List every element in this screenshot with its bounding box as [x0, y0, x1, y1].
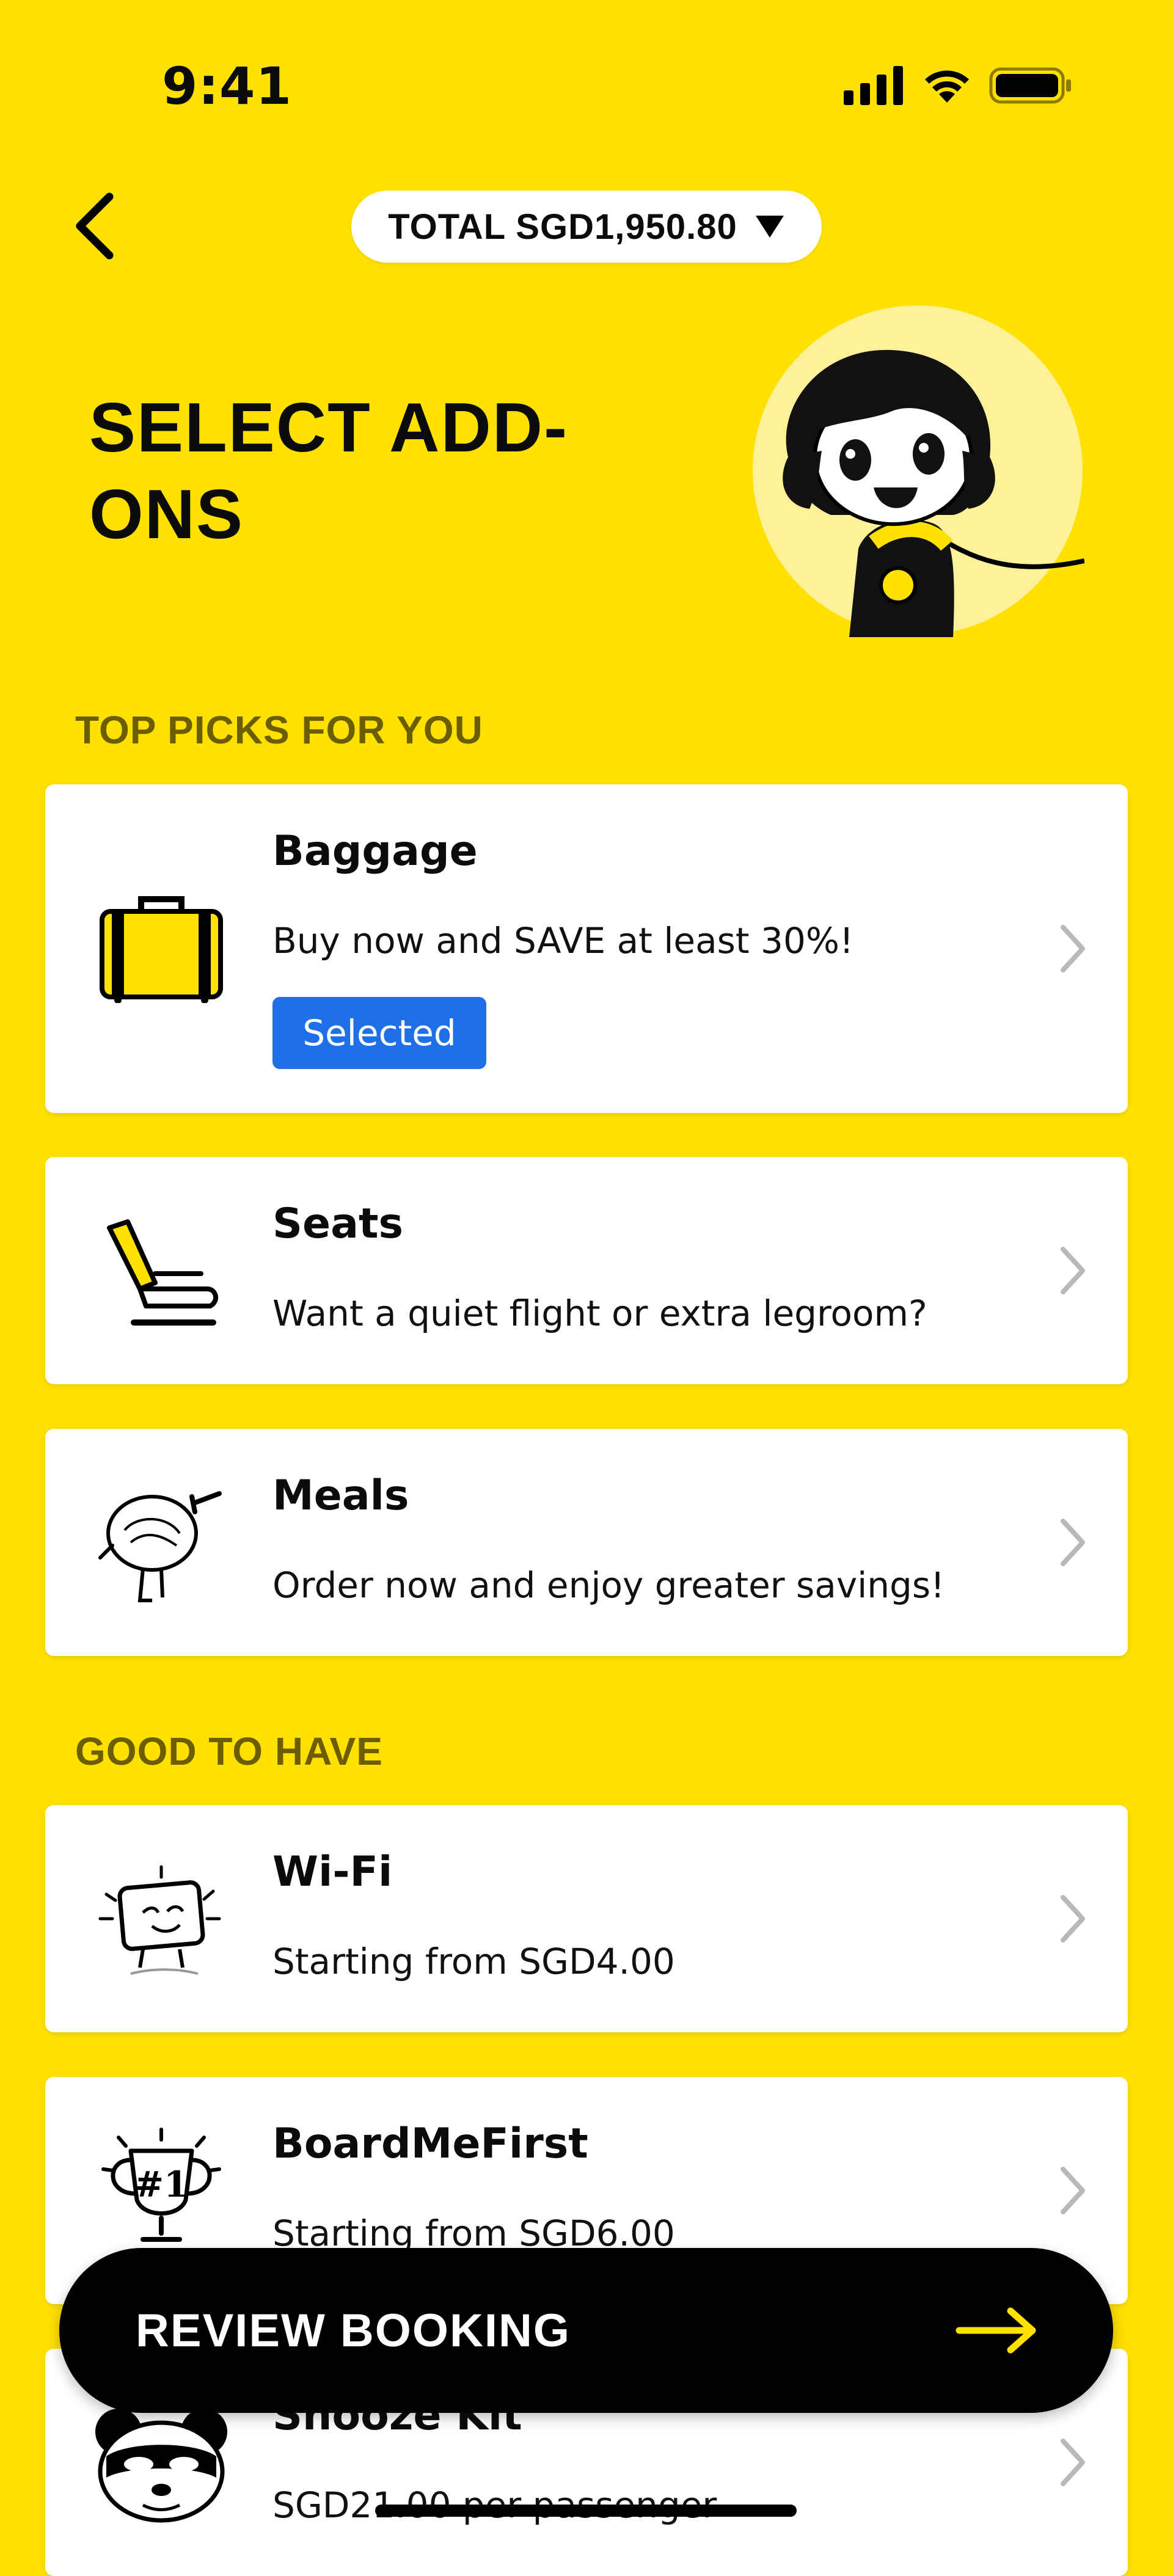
- card-subtitle: Want a quiet flight or extra legroom?: [272, 1293, 927, 1334]
- card-title: Seats: [272, 1200, 403, 1248]
- status-time: 9:41: [162, 56, 292, 116]
- cellular-signal-icon: [844, 66, 903, 105]
- addon-card-seats[interactable]: Seats Want a quiet flight or extra legro…: [45, 1157, 1128, 1384]
- chevron-right-icon: [1061, 1247, 1085, 1294]
- card-title: Wi-Fi: [272, 1848, 393, 1896]
- tablet-icon: [88, 1845, 235, 1992]
- mascot-illustration: [753, 305, 1084, 637]
- suitcase-icon: [88, 875, 235, 1021]
- chevron-left-icon: [76, 192, 114, 260]
- page-title: SELECT ADD-ONS: [89, 389, 569, 553]
- card-title: Meals: [272, 1472, 409, 1520]
- seat-icon: [88, 1197, 235, 1344]
- wifi-icon: [925, 70, 969, 103]
- triangle-down-icon: [755, 216, 784, 238]
- card-subtitle: Order now and enjoy greater savings!: [272, 1564, 945, 1606]
- section-heading-good-to-have: GOOD TO HAVE: [75, 1729, 383, 1773]
- trophy-icon: #1: [88, 2117, 235, 2264]
- review-booking-button[interactable]: REVIEW BOOKING: [59, 2248, 1113, 2413]
- trophy-rank-text: #1: [134, 2164, 189, 2205]
- battery-icon: [989, 67, 1071, 104]
- chevron-right-icon: [1061, 2439, 1085, 2486]
- total-price-pill[interactable]: TOTAL SGD1,950.80: [351, 191, 822, 263]
- card-title: BoardMeFirst: [272, 2120, 588, 2168]
- chevron-right-icon: [1061, 1519, 1085, 1566]
- card-subtitle: Buy now and SAVE at least 30%!: [272, 920, 854, 961]
- addon-card-baggage[interactable]: Baggage Buy now and SAVE at least 30%! S…: [45, 784, 1128, 1113]
- home-indicator: [375, 2505, 797, 2517]
- section-heading-top-picks: TOP PICKS FOR YOU: [75, 708, 483, 752]
- card-title: Baggage: [272, 827, 478, 875]
- total-price-label: TOTAL SGD1,950.80: [388, 206, 737, 247]
- addon-card-wifi[interactable]: Wi-Fi Starting from SGD4.00: [45, 1805, 1128, 2032]
- arrow-right-icon: [956, 2307, 1036, 2354]
- chevron-right-icon: [1061, 2167, 1085, 2214]
- status-icons: [844, 66, 1072, 105]
- meal-bowl-icon: [88, 1469, 235, 1616]
- card-subtitle: Starting from SGD4.00: [272, 1941, 675, 1982]
- chevron-right-icon: [1061, 1895, 1085, 1943]
- addon-card-meals[interactable]: Meals Order now and enjoy greater saving…: [45, 1429, 1128, 1656]
- chevron-right-icon: [1061, 925, 1085, 972]
- selected-badge: Selected: [272, 997, 486, 1069]
- review-booking-label: REVIEW BOOKING: [136, 2304, 571, 2357]
- back-button[interactable]: [61, 186, 128, 266]
